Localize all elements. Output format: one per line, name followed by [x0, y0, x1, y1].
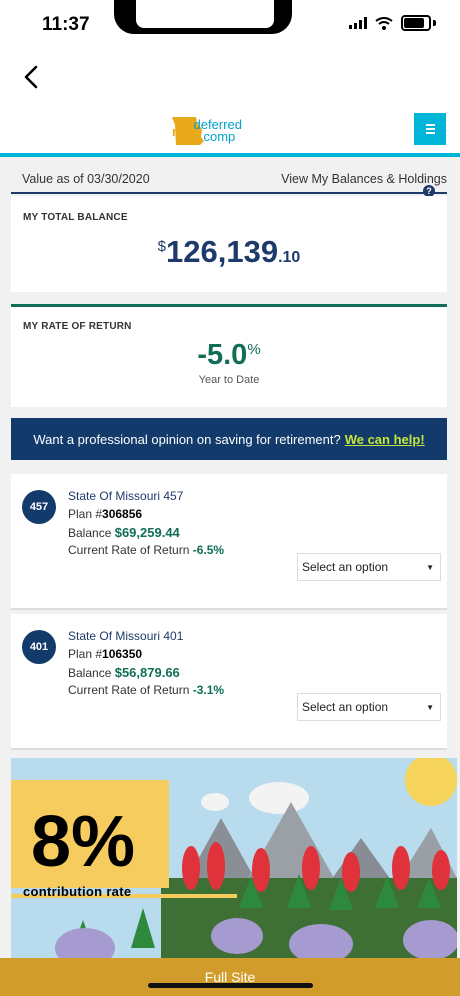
- menu-icon-bar: [425, 124, 435, 126]
- plan-card-401: 401 State Of Missouri 401 Plan #106350 B…: [11, 614, 447, 750]
- logo-mo: mo: [172, 123, 192, 139]
- plan-number: 106350: [102, 647, 143, 661]
- plan-number-line: Plan #106350: [68, 647, 142, 661]
- plan-balance-value: $56,879.66: [114, 665, 180, 680]
- rate-of-return-card: MY RATE OF RETURN -5.0% Year to Date: [11, 304, 447, 407]
- full-site-link[interactable]: Full Site: [0, 958, 460, 996]
- banner-caption: contribution rate: [23, 884, 132, 899]
- signal-icon: [349, 17, 367, 29]
- we-can-help-link[interactable]: We can help!: [345, 432, 425, 447]
- plan-rate-line: Current Rate of Return -6.5%: [68, 543, 224, 557]
- balance-main: 126,139: [166, 234, 279, 269]
- value-as-of-date: Value as of 03/30/2020: [22, 172, 150, 186]
- plan-number-line: Plan #306856: [68, 507, 142, 521]
- nav-bar: [0, 50, 460, 105]
- total-balance-label: MY TOTAL BALANCE: [23, 212, 128, 223]
- total-balance-value: $126,139.10: [11, 234, 447, 270]
- logo-text: deferred comp: [194, 118, 242, 144]
- plan-name-link[interactable]: State Of Missouri 457: [68, 489, 183, 503]
- chevron-left-icon: [24, 65, 38, 89]
- mo-deferred-comp-logo[interactable]: mo deferred comp: [170, 115, 242, 147]
- battery-tip: [433, 20, 436, 26]
- status-icons: [349, 15, 436, 31]
- plan-rate-line: Current Rate of Return -3.1%: [68, 683, 224, 697]
- back-button[interactable]: [14, 60, 48, 94]
- battery-icon: [401, 15, 431, 31]
- view-balances-holdings-link[interactable]: View My Balances & Holdings: [281, 172, 447, 186]
- rate-of-return-label: MY RATE OF RETURN: [23, 321, 132, 332]
- plan-number-label: Plan #: [68, 647, 103, 661]
- dropdown-arrow-icon: ▼: [426, 563, 434, 572]
- plan-badge: 401: [22, 630, 56, 664]
- wifi-icon: [375, 16, 393, 30]
- plan-options-select[interactable]: Select an option ▼: [297, 693, 441, 721]
- banner-callout: 8% contribution rate: [11, 780, 169, 899]
- home-indicator: [148, 983, 313, 988]
- total-balance-card: MY TOTAL BALANCE $126,139.10: [11, 196, 447, 292]
- plan-balance-label: Balance: [68, 666, 112, 680]
- dropdown-arrow-icon: ▼: [426, 703, 434, 712]
- plan-balance-label: Balance: [68, 526, 112, 540]
- plan-rate-label: Current Rate of Return: [68, 543, 190, 557]
- hamburger-menu-button[interactable]: [414, 113, 446, 145]
- plan-badge: 457: [22, 490, 56, 524]
- plan-number: 306856: [102, 507, 143, 521]
- balance-cents: .10: [278, 249, 301, 266]
- device-notch-inner: [136, 0, 274, 28]
- select-value: Select an option: [302, 560, 389, 574]
- promo-text: Want a professional opinion on saving fo…: [33, 431, 341, 447]
- plan-rate-label: Current Rate of Return: [68, 683, 190, 697]
- select-value: Select an option: [302, 700, 389, 714]
- menu-icon-bar: [425, 128, 435, 130]
- plan-balance-line: Balance $69,259.44: [68, 525, 180, 540]
- plan-rate-value: -6.5%: [192, 543, 225, 557]
- logo-line-2: comp: [203, 129, 236, 144]
- balance-currency: $: [157, 238, 167, 255]
- rate-main: -5.0: [197, 339, 248, 371]
- menu-icon-bar: [425, 132, 435, 134]
- plan-balance-value: $69,259.44: [114, 525, 180, 540]
- plan-name-link[interactable]: State Of Missouri 401: [68, 629, 183, 643]
- status-time: 11:37: [42, 14, 90, 35]
- plan-balance-line: Balance $56,879.66: [68, 665, 180, 680]
- rate-of-return-value: -5.0%: [11, 339, 447, 372]
- rate-period: Year to Date: [198, 374, 260, 386]
- advice-promo-banner: Want a professional opinion on saving fo…: [11, 418, 447, 460]
- value-row: Value as of 03/30/2020 View My Balances …: [11, 166, 447, 197]
- plan-card-457: 457 State Of Missouri 457 Plan #306856 B…: [11, 474, 447, 610]
- status-bar: 11:37: [0, 0, 460, 50]
- rate-percent: %: [247, 341, 261, 358]
- site-header: mo deferred comp: [0, 105, 460, 157]
- contribution-rate-banner[interactable]: 8% contribution rate: [11, 758, 457, 960]
- plan-options-select[interactable]: Select an option ▼: [297, 553, 441, 581]
- plan-rate-value: -3.1%: [192, 683, 225, 697]
- plan-number-label: Plan #: [68, 507, 103, 521]
- banner-percentage: 8%: [31, 802, 136, 882]
